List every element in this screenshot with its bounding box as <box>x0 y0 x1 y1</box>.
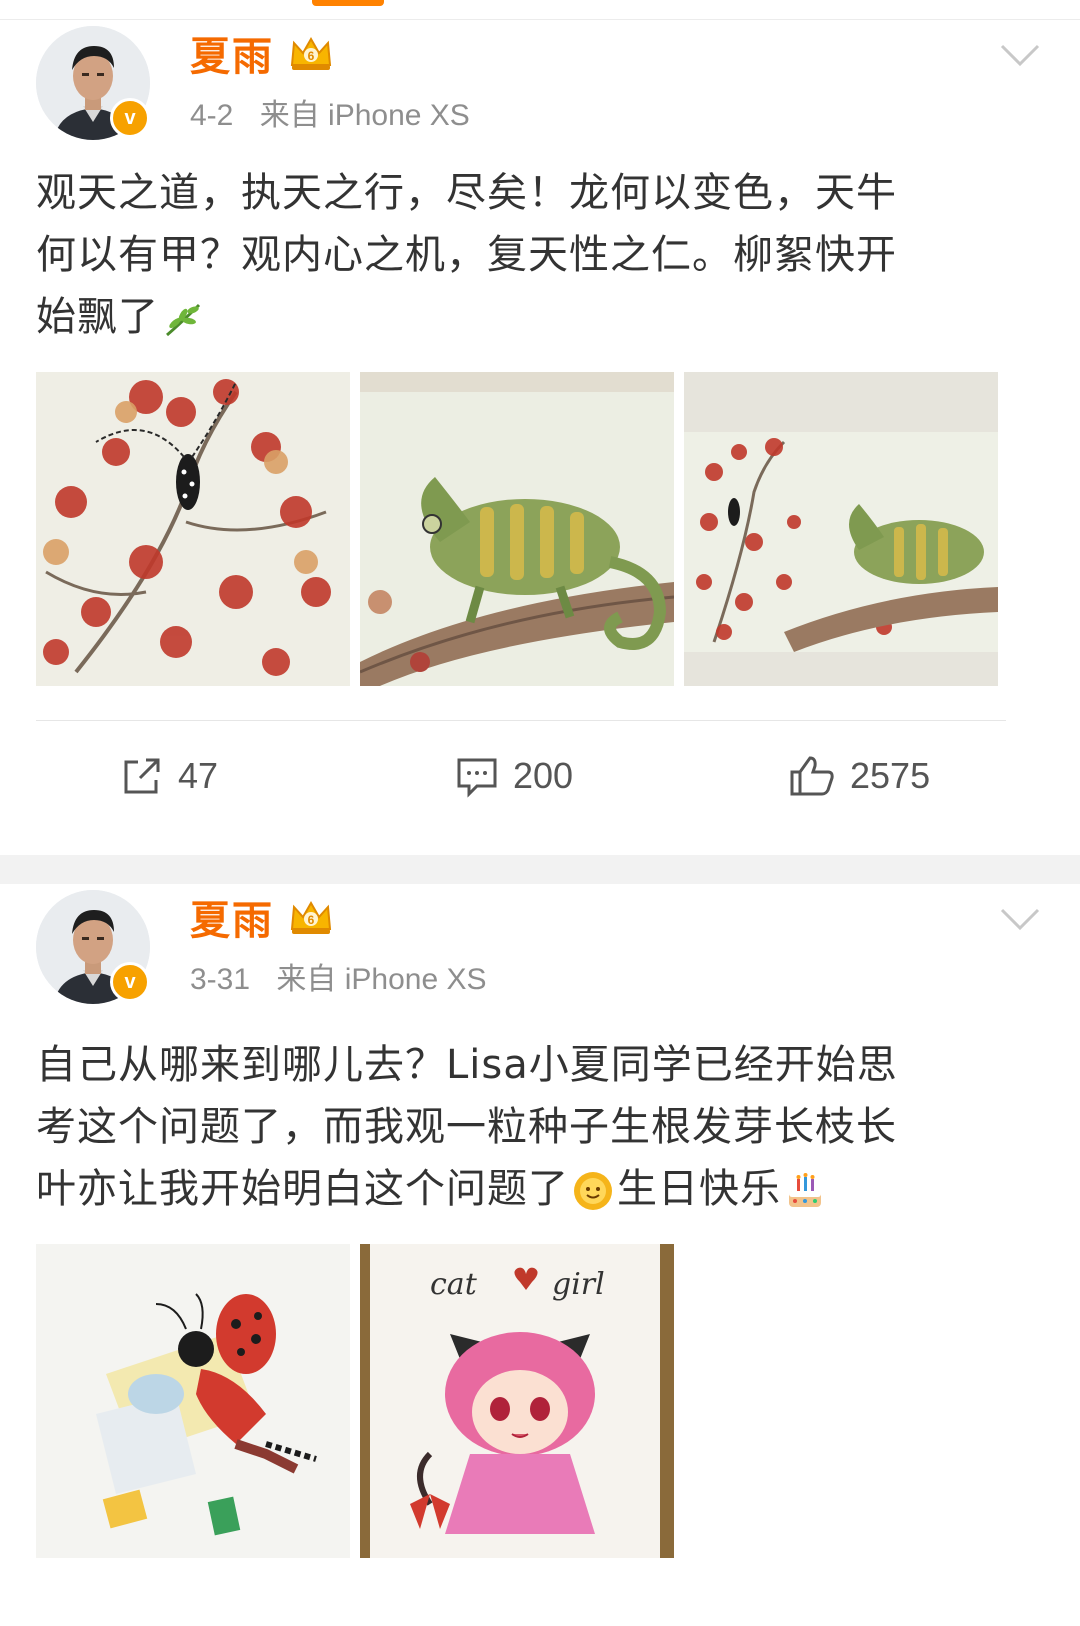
post-text: 观天之道，执天之行，尽矣！龙何以变色，天牛 何以有甲？观内心之机，复天性之仁。柳… <box>36 162 1046 348</box>
post-text-line: 生日快乐 <box>617 1166 781 1212</box>
post-text: 自己从哪来到哪儿去？Lisa小夏同学已经开始思 考这个问题了，而我观一粒种子生根… <box>36 1034 1046 1220</box>
verified-badge-icon: v <box>110 98 150 138</box>
chevron-down-icon[interactable] <box>998 40 1042 70</box>
repost-button[interactable]: 47 <box>120 754 218 798</box>
post-date: 4-2 <box>190 99 234 132</box>
drawing-caption-cat: cat <box>430 1267 478 1302</box>
post-text-line: 考这个问题了，而我观一粒种子生根发芽长枝长 <box>36 1104 897 1150</box>
repost-count: 47 <box>178 755 219 796</box>
feed-post: v 夏雨 6 3-31 来自 iPhone XS 自己从哪来到哪儿去？Lisa小… <box>0 884 1080 1626</box>
drawing-caption-girl: girl <box>552 1267 605 1302</box>
feed-post: v 夏雨 6 4-2 来自 iPhone XS 观天之道，执天之行，尽矣！龙何以… <box>0 20 1080 855</box>
smiling-sun-icon <box>574 1172 612 1210</box>
post-source: 来自 iPhone XS <box>259 99 470 132</box>
post-image-ladybug-girl-drawing[interactable] <box>36 1244 350 1558</box>
post-text-line: 自己从哪来到哪儿去？Lisa小夏同学已经开始思 <box>36 1042 898 1088</box>
post-source: 来自 iPhone XS <box>276 963 487 996</box>
verified-badge-icon: v <box>110 962 150 1002</box>
top-strip <box>0 0 1080 18</box>
svg-text:6: 6 <box>308 913 315 927</box>
crown-badge-icon: 6 <box>290 900 332 934</box>
comment-count: 200 <box>513 755 574 796</box>
post-image-combined-painting[interactable] <box>684 372 998 686</box>
username[interactable]: 夏雨 <box>190 888 274 946</box>
like-count: 2575 <box>850 755 931 796</box>
action-bar: 47 200 2575 <box>0 736 1080 816</box>
comment-icon <box>457 758 497 798</box>
post-text-line: 叶亦让我开始明白这个问题了 <box>36 1166 569 1212</box>
repost-icon <box>124 758 160 794</box>
comment-button[interactable]: 200 <box>455 754 573 798</box>
svg-text:6: 6 <box>308 49 315 63</box>
feed-separator <box>0 855 1080 884</box>
tab-indicator <box>312 0 384 6</box>
post-text-line: 观天之道，执天之行，尽矣！龙何以变色，天牛 <box>36 170 897 216</box>
willow-icon <box>166 303 201 337</box>
thumbs-up-icon <box>790 756 834 796</box>
post-date: 3-31 <box>190 963 251 996</box>
post-text-line: 始飘了 <box>36 294 159 340</box>
post-image-chameleon-painting[interactable] <box>360 372 674 686</box>
chevron-down-icon[interactable] <box>998 904 1042 934</box>
username[interactable]: 夏雨 <box>190 24 274 82</box>
crown-badge-icon: 6 <box>290 36 332 70</box>
like-button[interactable]: 2575 <box>788 754 930 798</box>
post-image-insect-painting[interactable] <box>36 372 350 686</box>
post-text-line: 何以有甲？观内心之机，复天性之仁。柳絮快开 <box>36 232 897 278</box>
post-image-cat-girl-drawing[interactable]: cat girl <box>360 1244 674 1558</box>
action-divider <box>36 720 1006 721</box>
birthday-cake-icon <box>789 1173 821 1207</box>
